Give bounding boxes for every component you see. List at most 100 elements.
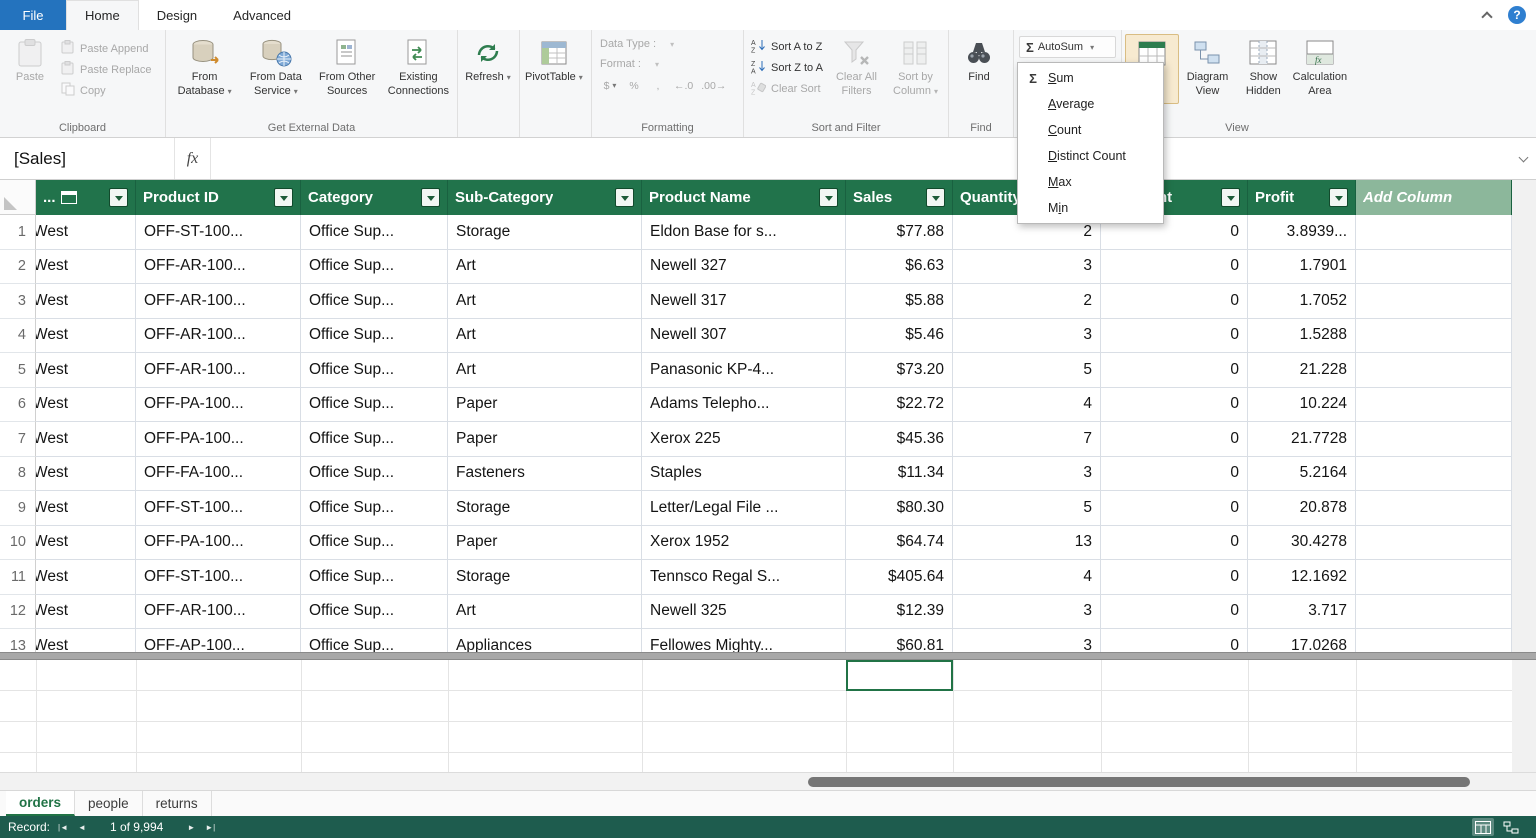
cell-profit[interactable]: 21.228 bbox=[1248, 353, 1356, 388]
cell-discount[interactable]: 0 bbox=[1101, 353, 1248, 388]
cell-category[interactable]: Office Sup... bbox=[301, 250, 448, 285]
cell-sub-category[interactable]: Storage bbox=[448, 491, 642, 526]
cell-profit[interactable]: 20.878 bbox=[1248, 491, 1356, 526]
cell-region[interactable]: West bbox=[36, 250, 136, 285]
show-hidden-button[interactable]: Show Hidden bbox=[1236, 34, 1291, 102]
cell-profit[interactable]: 5.2164 bbox=[1248, 457, 1356, 492]
cell-add-column[interactable] bbox=[1356, 388, 1512, 423]
sort-z-to-a-button[interactable]: ZA Sort Z to A bbox=[747, 57, 827, 78]
cell-sub-category[interactable]: Art bbox=[448, 319, 642, 354]
cell-product-name[interactable]: Adams Telepho... bbox=[642, 388, 846, 423]
cell-product-id[interactable]: OFF-ST-100... bbox=[136, 560, 301, 595]
cell-add-column[interactable] bbox=[1356, 595, 1512, 630]
cell-discount[interactable]: 0 bbox=[1101, 491, 1248, 526]
sort-a-to-z-button[interactable]: AZ Sort A to Z bbox=[747, 36, 827, 57]
row-number[interactable]: 6 bbox=[0, 388, 36, 423]
cell-profit[interactable]: 21.7728 bbox=[1248, 422, 1356, 457]
menu-item-average[interactable]: Average bbox=[1018, 91, 1163, 117]
formula-input[interactable] bbox=[211, 138, 1510, 179]
diagram-view-button[interactable]: Diagram View bbox=[1179, 34, 1236, 102]
data-view-status-icon[interactable] bbox=[1472, 818, 1494, 836]
cell-product-id[interactable]: OFF-FA-100... bbox=[136, 457, 301, 492]
filter-dropdown-button[interactable] bbox=[1329, 188, 1348, 207]
cell-sales[interactable]: $405.64 bbox=[846, 560, 953, 595]
cell-sales[interactable]: $45.36 bbox=[846, 422, 953, 457]
diagram-view-status-icon[interactable] bbox=[1500, 818, 1522, 836]
from-database-button[interactable]: From Database bbox=[169, 34, 240, 102]
cell-product-id[interactable]: OFF-AR-100... bbox=[136, 353, 301, 388]
name-box[interactable]: [Sales] bbox=[0, 138, 175, 179]
cell-sales[interactable]: $22.72 bbox=[846, 388, 953, 423]
column-header-region[interactable]: ... bbox=[36, 180, 136, 215]
cell-sales[interactable]: $60.81 bbox=[846, 629, 953, 652]
find-button[interactable]: Find bbox=[952, 34, 1006, 88]
filter-dropdown-button[interactable] bbox=[1221, 188, 1240, 207]
cell-sales[interactable]: $77.88 bbox=[846, 215, 953, 250]
cell-category[interactable]: Office Sup... bbox=[301, 284, 448, 319]
cell-add-column[interactable] bbox=[1356, 526, 1512, 561]
cell-category[interactable]: Office Sup... bbox=[301, 319, 448, 354]
select-all-corner[interactable] bbox=[0, 180, 36, 215]
cell-quantity[interactable]: 3 bbox=[953, 629, 1101, 652]
help-icon[interactable]: ? bbox=[1508, 6, 1526, 24]
selected-cell[interactable] bbox=[846, 660, 953, 691]
cell-add-column[interactable] bbox=[1356, 560, 1512, 595]
cell-sub-category[interactable]: Paper bbox=[448, 422, 642, 457]
from-data-service-button[interactable]: From Data Service bbox=[240, 34, 311, 102]
cell-product-id[interactable]: OFF-AR-100... bbox=[136, 284, 301, 319]
cell-region[interactable]: West bbox=[36, 215, 136, 250]
cell-add-column[interactable] bbox=[1356, 284, 1512, 319]
menu-item-max[interactable]: Max bbox=[1018, 169, 1163, 195]
cell-category[interactable]: Office Sup... bbox=[301, 353, 448, 388]
cell-product-name[interactable]: Staples bbox=[642, 457, 846, 492]
cell-product-name[interactable]: Panasonic KP-4... bbox=[642, 353, 846, 388]
cell-category[interactable]: Office Sup... bbox=[301, 491, 448, 526]
cell-discount[interactable]: 0 bbox=[1101, 284, 1248, 319]
cell-product-name[interactable]: Newell 325 bbox=[642, 595, 846, 630]
cell-category[interactable]: Office Sup... bbox=[301, 560, 448, 595]
cell-region[interactable]: West bbox=[36, 629, 136, 652]
cell-discount[interactable]: 0 bbox=[1101, 629, 1248, 652]
cell-sales[interactable]: $5.46 bbox=[846, 319, 953, 354]
cell-sub-category[interactable]: Appliances bbox=[448, 629, 642, 652]
menu-item-min[interactable]: Min bbox=[1018, 195, 1163, 221]
cell-discount[interactable]: 0 bbox=[1101, 560, 1248, 595]
cell-category[interactable]: Office Sup... bbox=[301, 422, 448, 457]
row-number[interactable]: 8 bbox=[0, 457, 36, 492]
row-number[interactable]: 13 bbox=[0, 629, 36, 652]
column-header-sub-category[interactable]: Sub-Category bbox=[448, 180, 642, 215]
cell-discount[interactable]: 0 bbox=[1101, 388, 1248, 423]
cell-sales[interactable]: $6.63 bbox=[846, 250, 953, 285]
column-header-add-column[interactable]: Add Column bbox=[1356, 180, 1512, 215]
cell-region[interactable]: West bbox=[36, 353, 136, 388]
cell-category[interactable]: Office Sup... bbox=[301, 526, 448, 561]
cell-sub-category[interactable]: Art bbox=[448, 250, 642, 285]
cell-quantity[interactable]: 2 bbox=[953, 284, 1101, 319]
cell-quantity[interactable]: 5 bbox=[953, 353, 1101, 388]
cell-profit[interactable]: 1.5288 bbox=[1248, 319, 1356, 354]
cell-region[interactable]: West bbox=[36, 457, 136, 492]
cell-profit[interactable]: 3.8939... bbox=[1248, 215, 1356, 250]
cell-discount[interactable]: 0 bbox=[1101, 595, 1248, 630]
cell-quantity[interactable]: 3 bbox=[953, 457, 1101, 492]
cell-add-column[interactable] bbox=[1356, 422, 1512, 457]
filter-dropdown-button[interactable] bbox=[109, 188, 128, 207]
cell-region[interactable]: West bbox=[36, 284, 136, 319]
cell-product-name[interactable]: Tennsco Regal S... bbox=[642, 560, 846, 595]
cell-region[interactable]: West bbox=[36, 491, 136, 526]
cell-add-column[interactable] bbox=[1356, 215, 1512, 250]
cell-product-name[interactable]: Eldon Base for s... bbox=[642, 215, 846, 250]
cell-category[interactable]: Office Sup... bbox=[301, 388, 448, 423]
column-header-product-id[interactable]: Product ID bbox=[136, 180, 301, 215]
cell-profit[interactable]: 3.717 bbox=[1248, 595, 1356, 630]
cell-sales[interactable]: $5.88 bbox=[846, 284, 953, 319]
menu-item-count[interactable]: Count bbox=[1018, 117, 1163, 143]
filter-dropdown-button[interactable] bbox=[819, 188, 838, 207]
row-number[interactable]: 10 bbox=[0, 526, 36, 561]
cell-sub-category[interactable]: Art bbox=[448, 284, 642, 319]
row-number[interactable]: 11 bbox=[0, 560, 36, 595]
cell-profit[interactable]: 1.7901 bbox=[1248, 250, 1356, 285]
fx-button[interactable]: fx bbox=[175, 138, 211, 179]
cell-product-id[interactable]: OFF-AR-100... bbox=[136, 319, 301, 354]
cell-sub-category[interactable]: Storage bbox=[448, 215, 642, 250]
